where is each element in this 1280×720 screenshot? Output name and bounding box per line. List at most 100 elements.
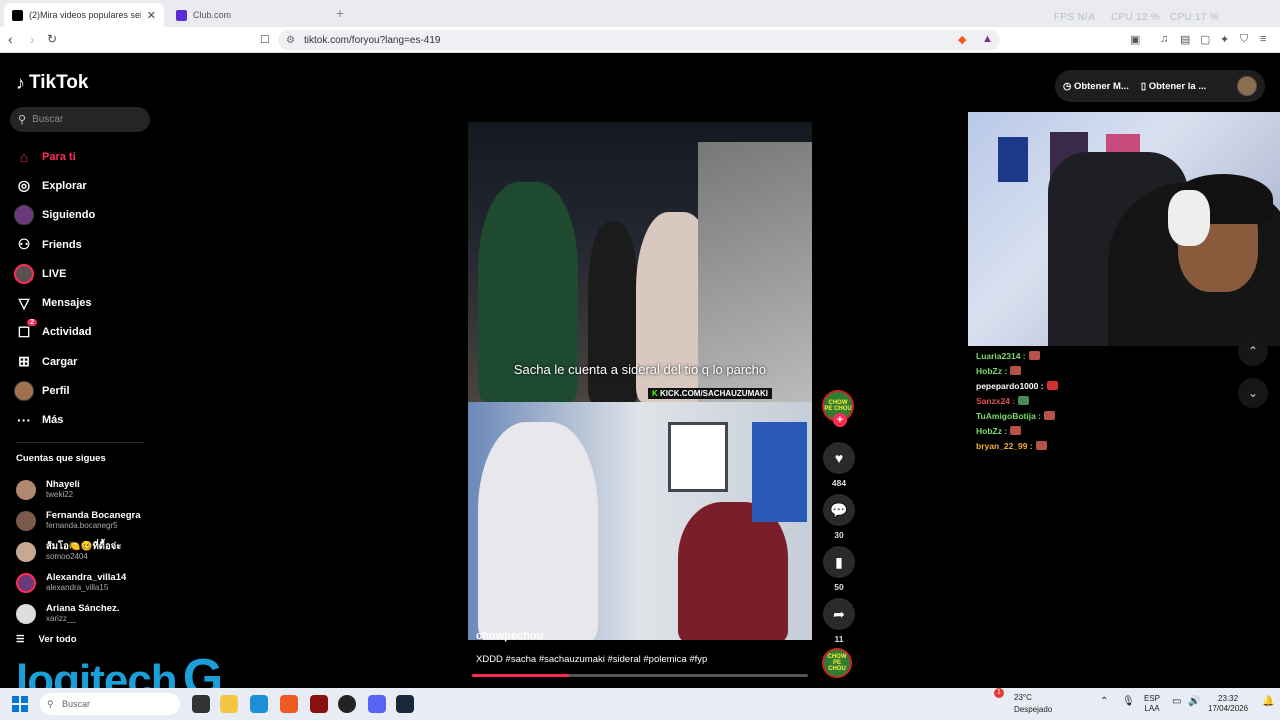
app-icon[interactable]: [310, 695, 328, 713]
back-icon[interactable]: ‹: [8, 31, 13, 47]
network-icon[interactable]: ▭: [1172, 697, 1181, 707]
obs-icon[interactable]: [338, 695, 356, 713]
get-app-button[interactable]: ◷ Obtener M...: [1063, 81, 1129, 92]
close-tab-icon[interactable]: ✕: [147, 9, 156, 22]
sidebar-toggle-icon[interactable]: ▣: [1130, 33, 1140, 46]
headset-shape: [1168, 190, 1210, 246]
volume-icon[interactable]: 🔊: [1188, 697, 1200, 707]
leo-icon[interactable]: ✦: [1220, 33, 1229, 46]
sidebar-menu: ⌂ Para ti ◎ Explorar Siguiendo ⚇ Friends…: [14, 142, 154, 435]
tab-title: Club.com: [193, 10, 232, 20]
task-view-icon[interactable]: [192, 695, 210, 713]
chat-line: HobZz :: [976, 363, 1176, 378]
sidebar-divider: [16, 442, 144, 443]
comment-icon: 💬: [823, 494, 855, 526]
following-item[interactable]: Alexandra_villa14 alexandra_villa15: [16, 567, 156, 598]
language-indicator[interactable]: ESP LAA: [1144, 694, 1160, 714]
get-mobile-app-button[interactable]: ▯ Obtener la ...: [1141, 81, 1206, 92]
video-progress-bar[interactable]: [472, 674, 808, 677]
brave-rewards-icon[interactable]: ▲: [982, 33, 993, 45]
sidebar-item-label: Explorar: [42, 179, 87, 192]
video-player[interactable]: Sacha le cuenta a sideral del tio q lo p…: [468, 122, 812, 640]
following-name: Ariana Sánchez.: [46, 603, 120, 614]
video-top-scene: [468, 122, 812, 402]
following-section-title: Cuentas que sigues: [16, 453, 106, 464]
search-icon: ⚲: [47, 698, 54, 709]
store-icon[interactable]: [250, 695, 268, 713]
weather-desc: Despejado: [1014, 705, 1053, 714]
sidebar-item-mas[interactable]: ··· Más: [14, 406, 154, 435]
brave-icon[interactable]: [280, 695, 298, 713]
club-favicon-icon: [176, 9, 187, 21]
clock[interactable]: 23:32 17/04/2026: [1208, 694, 1248, 714]
sidebar-item-mensajes[interactable]: ▽ Mensajes: [14, 288, 154, 317]
sidebar-item-friends[interactable]: ⚇ Friends: [14, 230, 154, 259]
microphone-icon[interactable]: 🎙: [1122, 697, 1135, 707]
next-video-button[interactable]: ⌄: [1238, 378, 1268, 408]
save-button[interactable]: ▮ 50: [822, 546, 856, 592]
tab-club[interactable]: Club.com: [168, 3, 328, 27]
sidebar-item-explorar[interactable]: ◎ Explorar: [14, 171, 154, 200]
activity-icon: ☐ 2: [14, 319, 37, 342]
media-icon[interactable]: ♫: [1160, 33, 1168, 45]
sidebar-item-perfil[interactable]: Perfil: [14, 376, 154, 405]
file-explorer-icon[interactable]: [220, 695, 238, 713]
sidebar-item-actividad[interactable]: ☐ 2 Actividad: [14, 318, 154, 347]
following-username: xarizz__: [46, 614, 76, 623]
save-count: 50: [834, 582, 844, 592]
more-icon: ···: [17, 412, 31, 429]
windows-taskbar: ⚲ Buscar 1 23°C Despejado ⌃ 🎙 ESP LAA ▭ …: [0, 688, 1280, 720]
following-item[interactable]: Nhayeli tweki22: [16, 474, 156, 505]
bookmark-icon[interactable]: ☐: [260, 33, 270, 46]
menu-icon[interactable]: ≡: [1260, 33, 1266, 45]
perf-gpu: CPU 17 %: [1170, 12, 1220, 23]
following-item[interactable]: Fernanda Bocanegra fernanda.bocanegr5: [16, 505, 156, 536]
activity-badge: 2: [27, 319, 37, 327]
brave-shield-icon[interactable]: ◆: [958, 33, 966, 46]
sidebar-item-live[interactable]: LIVE: [14, 259, 154, 288]
lang-layout: LAA: [1144, 704, 1160, 713]
steam-icon[interactable]: [396, 695, 414, 713]
person-figure: [678, 502, 788, 640]
site-info-icon[interactable]: ⚙: [286, 35, 295, 46]
new-tab-button[interactable]: +: [336, 5, 344, 21]
windows-start-icon[interactable]: [12, 696, 28, 712]
taskbar-search[interactable]: ⚲ Buscar: [40, 693, 180, 715]
share-button[interactable]: ➦ 11: [822, 598, 856, 644]
sidebar-item-para-ti[interactable]: ⌂ Para ti: [14, 142, 154, 171]
following-item[interactable]: ส้มโอ🍋🥴ที่ดื้อจ่ะ somoo2404: [16, 536, 156, 567]
url-field[interactable]: ⚙ tiktok.com/foryou?lang=es-419: [278, 30, 1000, 50]
previous-video-button[interactable]: ⌃: [1238, 336, 1268, 366]
reload-icon[interactable]: ↻: [47, 32, 57, 46]
tiktok-logo[interactable]: ♪ TikTok: [16, 72, 88, 94]
url-text: tiktok.com/foryou?lang=es-419: [304, 34, 441, 46]
follow-plus-icon[interactable]: +: [833, 413, 847, 427]
video-author-handle[interactable]: chowpechou: [476, 630, 543, 642]
reader-icon[interactable]: ▤: [1180, 33, 1190, 46]
forward-icon[interactable]: ›: [30, 31, 35, 47]
user-avatar[interactable]: [1237, 76, 1257, 96]
sidebar-item-siguiendo[interactable]: Siguiendo: [14, 201, 154, 230]
like-button[interactable]: ♥ 484: [822, 442, 856, 488]
poster-shape: [752, 422, 807, 522]
following-username: alexandra_villa15: [46, 583, 109, 592]
poster-shape: [998, 137, 1028, 182]
music-disc-avatar[interactable]: CHOW PE CHOU: [822, 648, 852, 678]
comment-button[interactable]: 💬 30: [822, 494, 856, 540]
search-input[interactable]: ⚲ Buscar: [10, 107, 150, 132]
taskbar-search-placeholder: Buscar: [62, 699, 91, 709]
wallet-icon[interactable]: ▢: [1200, 33, 1210, 46]
video-subtitle: Sacha le cuenta a sideral del tio q lo p…: [513, 362, 767, 377]
following-list: Nhayeli tweki22 Fernanda Bocanegra fernand…: [16, 474, 156, 629]
vpn-icon[interactable]: ⛉: [1240, 33, 1248, 46]
weather-widget[interactable]: 1 23°C Despejado: [994, 688, 1053, 716]
discord-icon[interactable]: [368, 695, 386, 713]
see-all-button[interactable]: ☰ Ver todo: [16, 634, 77, 645]
creator-avatar[interactable]: CHOW PE CHOU +: [822, 390, 854, 427]
following-item[interactable]: Ariana Sánchez. xarizz__: [16, 598, 156, 629]
tab-tiktok[interactable]: (2)Mira videos populares selecc ✕: [4, 3, 164, 27]
notification-icon[interactable]: 🔔: [1262, 697, 1274, 707]
chevron-up-icon[interactable]: ⌃: [1100, 697, 1108, 707]
sidebar-item-cargar[interactable]: ⊞ Cargar: [14, 347, 154, 376]
address-bar: ‹ › ↻ ☐ ⚙ tiktok.com/foryou?lang=es-419 …: [0, 27, 1280, 53]
